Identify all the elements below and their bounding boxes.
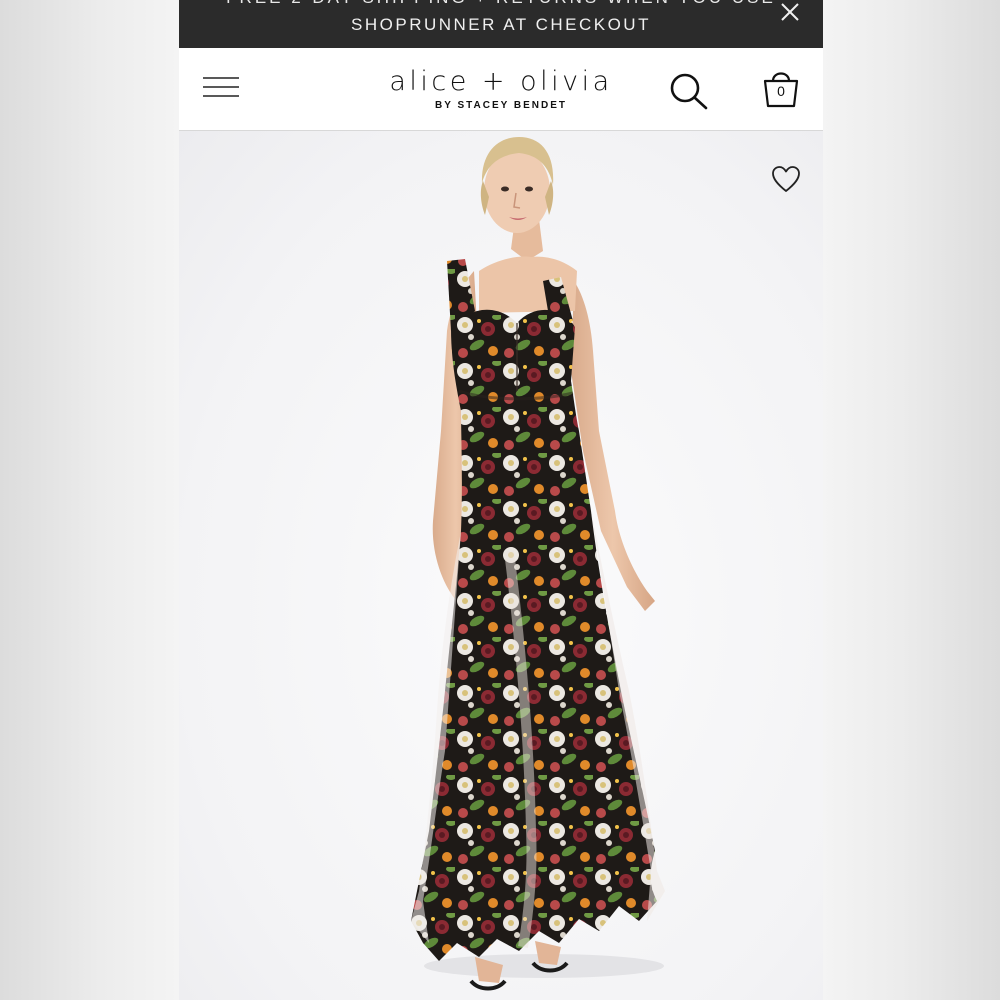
heart-icon[interactable] [771,165,801,193]
site-header: alice + olivia BY STACEY BENDET 0 [179,48,823,131]
shopping-bag-button[interactable]: 0 [761,68,801,110]
promo-banner: FREE 2-DAY SHIPPING + RETURNS WHEN YOU U… [179,0,823,48]
mobile-screen: FREE 2-DAY SHIPPING + RETURNS WHEN YOU U… [179,0,823,1000]
promo-line-2: SHOPRUNNER AT CHECKOUT [351,15,651,34]
close-icon[interactable] [779,1,801,23]
promo-line-1: FREE 2-DAY SHIPPING + RETURNS WHEN YOU U… [179,0,823,8]
brand-logo[interactable]: alice + olivia BY STACEY BENDET [179,66,823,111]
bag-count: 0 [777,83,785,99]
product-image[interactable] [179,131,823,1000]
search-icon[interactable] [669,72,709,112]
brand-name: alice + olivia [389,66,613,97]
brand-subtitle: BY STACEY BENDET [434,100,568,111]
product-image-area[interactable] [179,131,823,1000]
